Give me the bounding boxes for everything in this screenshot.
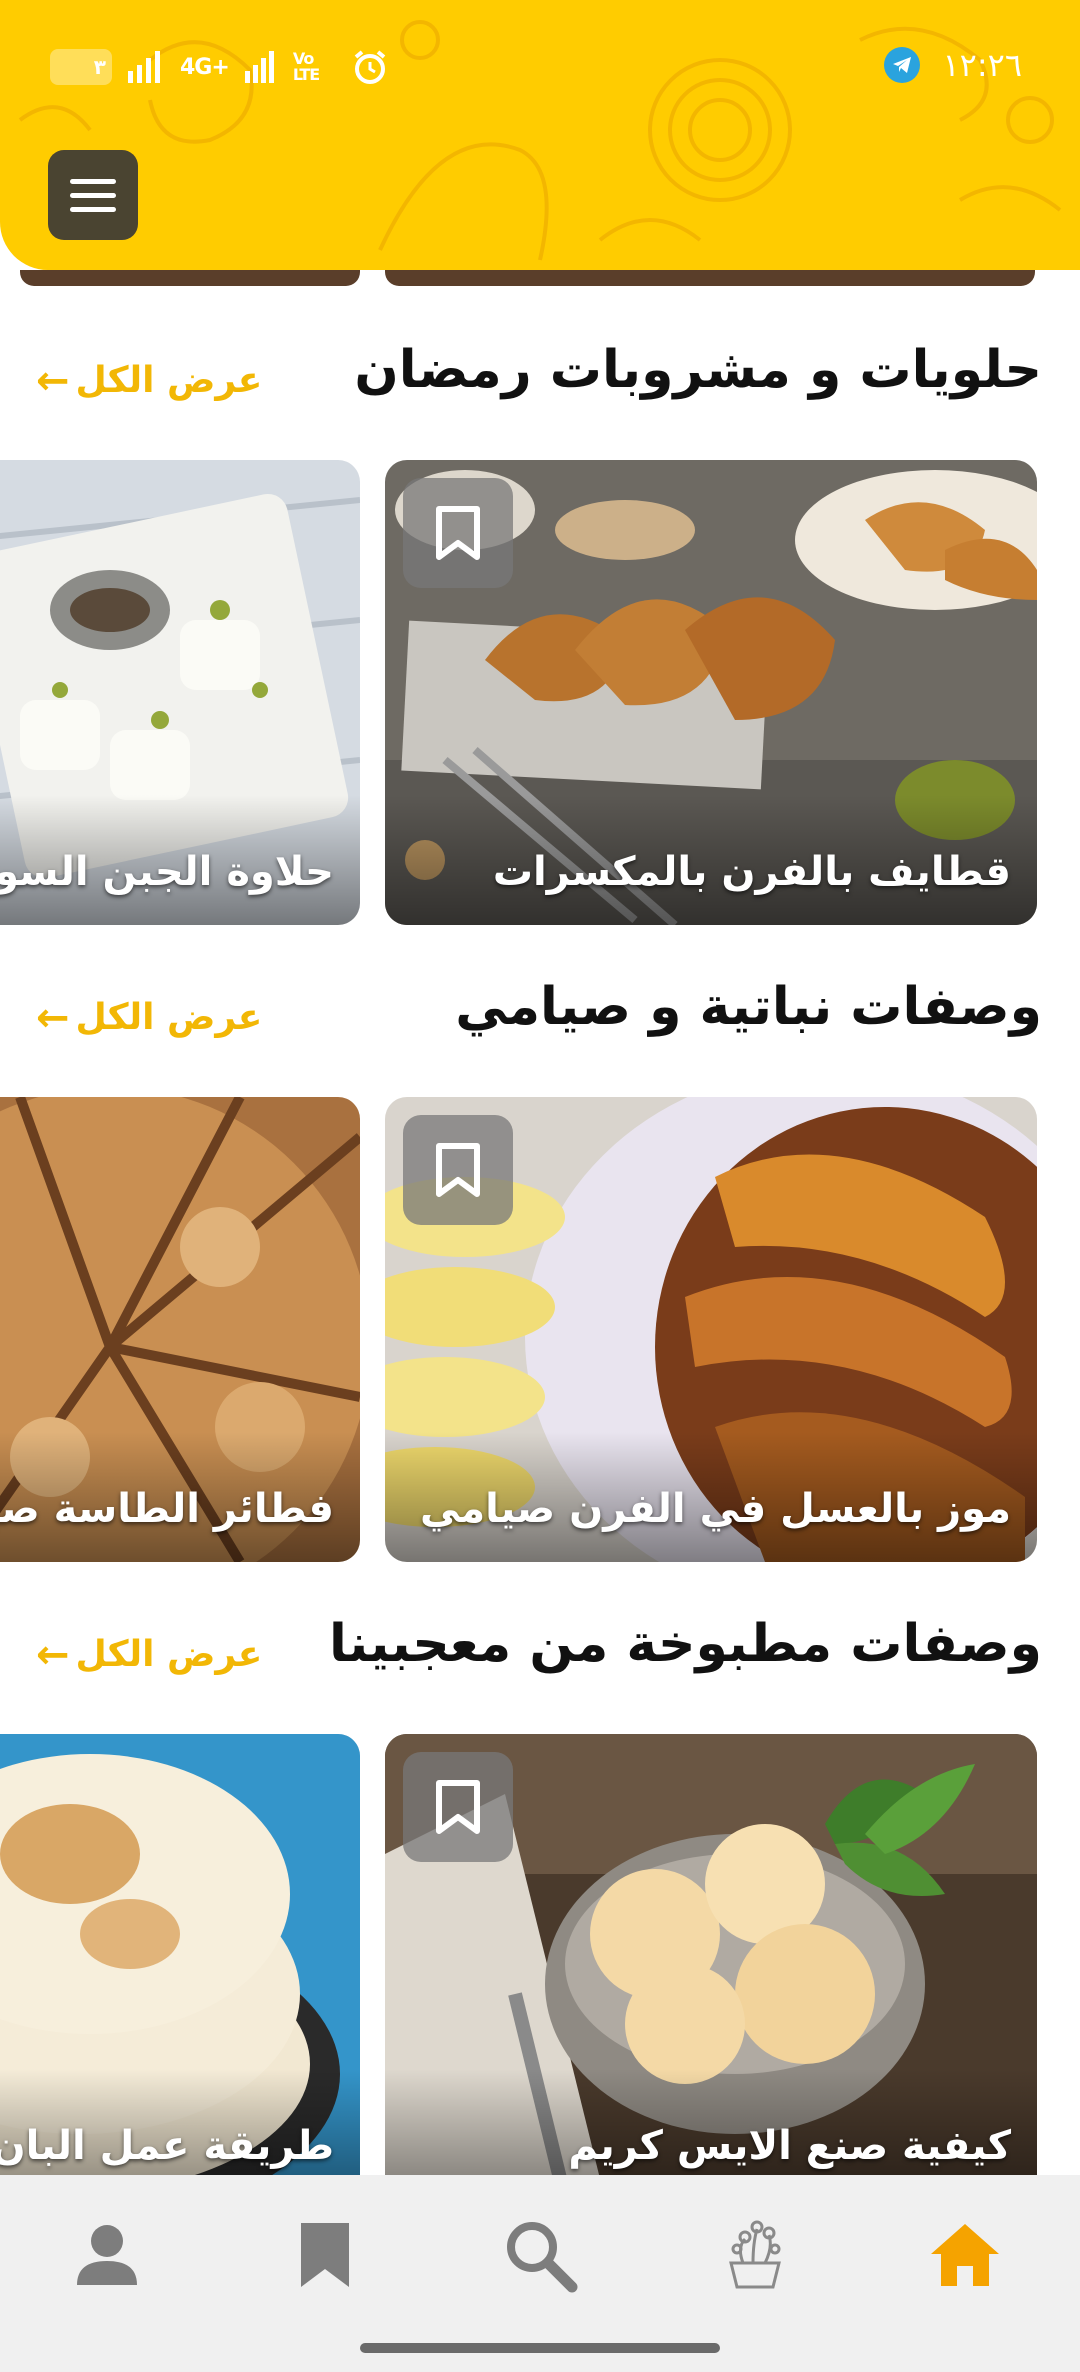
recipe-name: موز بالعسل في الفرن صيامي: [419, 1486, 1011, 1532]
nav-profile[interactable]: [62, 2210, 152, 2300]
menu-button[interactable]: [48, 150, 138, 240]
status-left-group: ٣ 4G+ Vo LTE: [50, 48, 389, 86]
see-all-link[interactable]: ← عرض الكل: [36, 1634, 262, 1675]
recipe-name: فطائر الطاسة صيامي: [0, 1486, 334, 1532]
section-vegan-fasting: وصفات نباتية و صيامي ← عرض الكل موز بالع…: [0, 977, 1080, 1562]
volte-label: Vo LTE: [292, 49, 320, 84]
see-all-label: عرض الكل: [75, 1634, 263, 1675]
battery-icon: ٣: [50, 49, 112, 85]
bookmark-button[interactable]: [403, 1115, 513, 1225]
recipe-card[interactable]: حلاوة الجبن السورية: [0, 460, 360, 925]
bottom-navigation: [0, 2175, 1080, 2372]
search-icon: [507, 2222, 578, 2293]
bookmark-button[interactable]: [403, 1752, 513, 1862]
status-time: ١٢:٢٦: [942, 46, 1022, 84]
status-bar: ٣ 4G+ Vo LTE ١٢:٢٦: [0, 40, 1080, 100]
menu-line: [70, 206, 116, 212]
home-icon: [931, 2224, 999, 2286]
section-title: حلويات و مشروبات رمضان: [354, 340, 1042, 400]
telegram-icon: [884, 47, 921, 83]
recipe-name: كيفية صنع الايس كريم: [568, 2123, 1011, 2169]
app-header: ٣ 4G+ Vo LTE ١٢:٢٦: [0, 0, 1080, 270]
see-all-link[interactable]: ← عرض الكل: [36, 360, 262, 401]
menu-line: [70, 192, 116, 198]
recipe-name: حلاوة الجبن السورية: [0, 849, 334, 895]
recipe-name: قطايف بالفرن بالمكسرات: [492, 849, 1011, 895]
section-fans-recipes: وصفات مطبوخة من معجبينا ← عرض الكل كيفية…: [0, 1614, 1080, 2175]
signal-icon-2: [244, 51, 274, 83]
recipe-card[interactable]: كيفية صنع الايس كريم: [385, 1734, 1037, 2175]
arrow-left-icon: ←: [36, 994, 70, 1041]
status-right-group: ١٢:٢٦: [884, 46, 1022, 84]
bookmark-button[interactable]: [403, 478, 513, 588]
bookmark-icon: [436, 1143, 480, 1197]
arrow-left-icon: ←: [36, 1631, 70, 1678]
recipe-card[interactable]: فطائر الطاسة صيامي: [0, 1097, 360, 1562]
battery-level: ٣: [93, 55, 106, 79]
recipe-card[interactable]: قطايف بالفرن بالمكسرات: [385, 460, 1037, 925]
bookmark-icon: [301, 2223, 349, 2287]
previous-card-edge: [385, 270, 1035, 286]
bookmark-icon: [436, 1780, 480, 1834]
nav-home[interactable]: [920, 2210, 1010, 2300]
alarm-icon: [354, 50, 386, 84]
gesture-bar: [360, 2343, 720, 2353]
previous-card-edge: [20, 270, 360, 286]
recipe-card[interactable]: طريقة عمل البان كيك: [0, 1734, 360, 2175]
section-ramadan-sweets: حلويات و مشروبات رمضان ← عرض الكل قطايف …: [0, 340, 1080, 925]
signal-icon: [128, 51, 160, 83]
bookmark-icon: [436, 506, 480, 560]
nav-search[interactable]: [495, 2210, 585, 2300]
section-title: وصفات مطبوخة من معجبينا: [329, 1614, 1042, 1674]
profile-icon: [77, 2225, 137, 2285]
arrow-left-icon: ←: [36, 357, 70, 404]
see-all-label: عرض الكل: [75, 997, 263, 1038]
ingredients-icon: [729, 2220, 781, 2289]
home-feed[interactable]: حلويات و مشروبات رمضان ← عرض الكل قطايف …: [0, 270, 1080, 2175]
nav-bookmarks[interactable]: [280, 2210, 370, 2300]
network-type: 4G+: [180, 54, 230, 80]
see-all-label: عرض الكل: [75, 360, 263, 401]
recipe-name: طريقة عمل البان كيك: [0, 2123, 334, 2169]
recipe-card[interactable]: موز بالعسل في الفرن صيامي: [385, 1097, 1037, 1562]
menu-line: [70, 178, 116, 184]
nav-ingredients[interactable]: [710, 2210, 800, 2300]
section-title: وصفات نباتية و صيامي: [455, 977, 1042, 1037]
see-all-link[interactable]: ← عرض الكل: [36, 997, 262, 1038]
